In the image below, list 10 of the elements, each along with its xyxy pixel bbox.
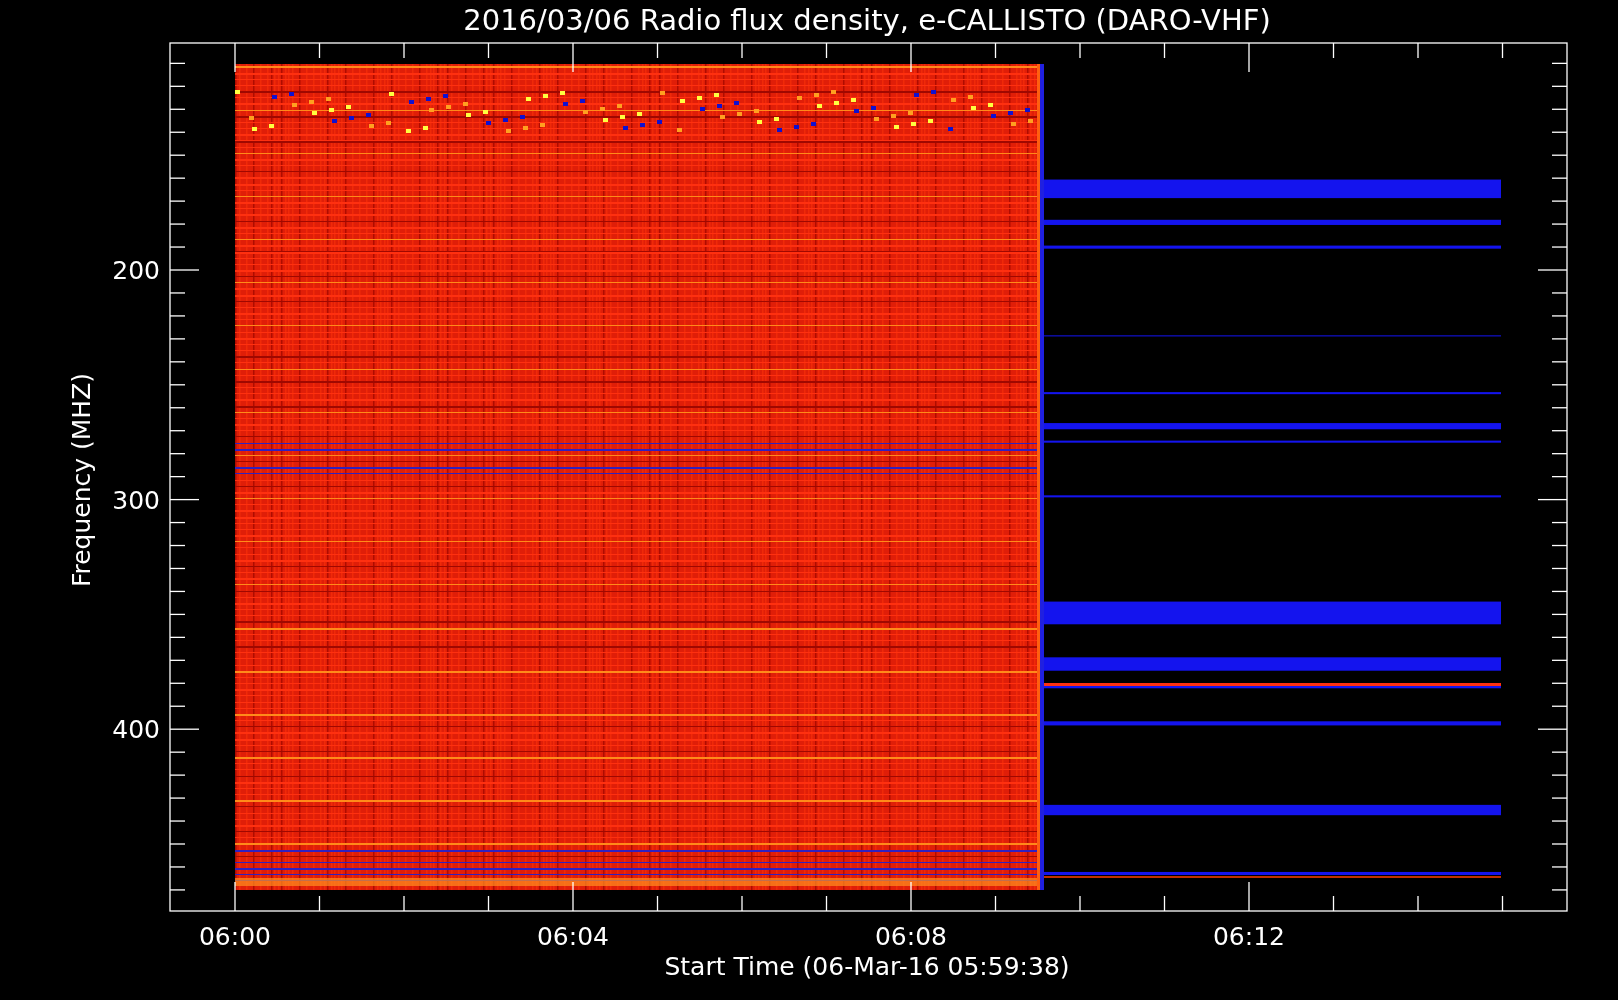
y-tick-label: 300	[112, 485, 160, 515]
y-tick-label: 200	[112, 256, 160, 285]
x-tick-label: 06:08	[875, 922, 947, 951]
y-axis-label: Frequency (MHZ)	[67, 372, 96, 588]
x-tick-label: 06:00	[199, 922, 271, 951]
chart-title: 2016/03/06 Radio flux density, e-CALLISTO (DARO-VHF)	[463, 3, 1271, 37]
x-tick-label: 06:12	[1213, 922, 1285, 951]
y-tick-label: 400	[112, 715, 160, 745]
x-axis-label: Start Time (06-Mar-16 05:59:38)	[664, 952, 1070, 981]
x-tick-label: 06:04	[537, 922, 609, 951]
